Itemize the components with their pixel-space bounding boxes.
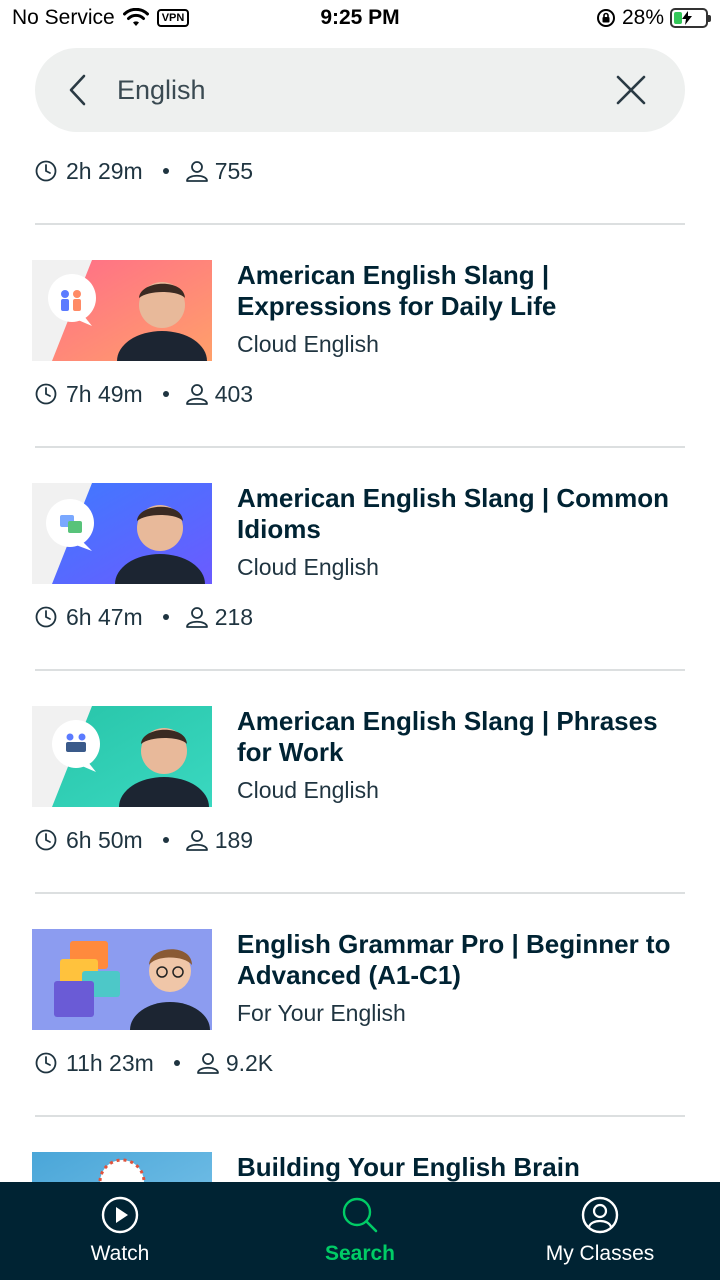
search-bar (35, 48, 685, 132)
course-card[interactable]: English Grammar Pro | Beginner to Advanc… (0, 929, 720, 1089)
status-bar: No Service VPN 9:25 PM 28% (0, 0, 720, 38)
course-title[interactable]: American English Slang | Phrases for Wor… (237, 706, 687, 768)
course-author[interactable]: Cloud English (237, 554, 379, 581)
clear-search-button[interactable] (613, 72, 649, 108)
course-title[interactable]: American English Slang | Expressions for… (237, 260, 687, 322)
course-meta: 7h 49m 403 (35, 378, 253, 410)
user-icon (185, 384, 208, 405)
course-thumbnail (32, 706, 212, 807)
thumbnail-image (32, 929, 212, 1030)
close-icon (616, 75, 646, 105)
course-thumbnail (32, 929, 212, 1030)
bottom-nav: Watch Search My Classes (0, 1182, 720, 1280)
divider (35, 669, 685, 671)
play-icon (101, 1196, 139, 1234)
battery-percent: 28% (621, 6, 664, 29)
separator-dot (162, 614, 169, 620)
thumbnail-image (32, 260, 212, 361)
nav-my-classes[interactable]: My Classes (480, 1182, 720, 1280)
course-duration: 2h 29m (66, 157, 143, 184)
separator-dot (162, 837, 169, 843)
clock-icon (35, 383, 57, 405)
separator-dot (162, 391, 169, 397)
battery-icon (670, 8, 711, 28)
course-meta: 6h 47m 218 (35, 601, 253, 633)
nav-my-classes-label: My Classes (545, 1242, 655, 1265)
search-input[interactable] (117, 74, 577, 106)
profile-icon (581, 1196, 619, 1234)
course-students: 218 (214, 603, 254, 630)
course-author[interactable]: Cloud English (237, 331, 379, 358)
course-duration: 7h 49m (66, 380, 143, 407)
course-meta: 2h 29m 755 (35, 155, 253, 187)
battery-level (674, 11, 692, 25)
course-author[interactable]: Cloud English (237, 777, 379, 804)
nav-watch-label: Watch (90, 1242, 150, 1265)
course-duration: 6h 50m (66, 826, 143, 853)
thumbnail-image (32, 706, 212, 807)
course-author[interactable]: For Your English (237, 1000, 406, 1027)
clock-icon (35, 606, 57, 628)
nav-search[interactable]: Search (240, 1182, 480, 1280)
course-thumbnail (32, 1152, 212, 1182)
nav-watch[interactable]: Watch (0, 1182, 240, 1280)
course-students: 403 (214, 380, 254, 407)
course-title[interactable]: English Grammar Pro | Beginner to Advanc… (237, 929, 687, 991)
divider (35, 1115, 685, 1117)
separator-dot (162, 168, 169, 174)
course-card[interactable]: American English Slang | Expressions for… (0, 260, 720, 420)
course-card[interactable]: American English Slang | Phrases for Wor… (0, 706, 720, 866)
course-students: 189 (214, 826, 254, 853)
chevron-left-icon (69, 74, 86, 106)
clock-icon (35, 829, 57, 851)
course-students: 755 (214, 157, 254, 184)
course-title[interactable]: American English Slang | Common Idioms (237, 483, 687, 545)
back-button[interactable] (57, 70, 97, 110)
user-icon (196, 1053, 219, 1074)
course-thumbnail (32, 483, 212, 584)
status-right: 28% (596, 6, 711, 30)
user-icon (185, 607, 208, 628)
course-duration: 11h 23m (66, 1049, 154, 1076)
separator-dot (173, 1060, 180, 1066)
course-title[interactable]: Building Your English Brain (237, 1152, 687, 1182)
user-icon (185, 830, 208, 851)
course-meta: 11h 23m 9.2K (35, 1047, 273, 1079)
orientation-lock-icon (596, 9, 615, 27)
user-icon (185, 161, 208, 182)
divider (35, 223, 685, 225)
course-meta: 6h 50m 189 (35, 824, 253, 856)
course-card[interactable]: American English Slang | Common Idioms C… (0, 483, 720, 643)
clock-icon (35, 160, 57, 182)
search-icon (342, 1197, 378, 1233)
thumbnail-image (32, 483, 212, 584)
thumbnail-image (32, 1152, 212, 1182)
divider (35, 892, 685, 894)
divider (35, 446, 685, 448)
course-duration: 6h 47m (66, 603, 143, 630)
nav-search-label: Search (324, 1242, 396, 1265)
course-card[interactable]: Building Your English Brain (0, 1152, 720, 1182)
course-students: 9.2K (225, 1049, 274, 1076)
results-list[interactable]: 2h 29m 755 American English Slang | Expr… (0, 140, 720, 1182)
course-thumbnail (32, 260, 212, 361)
clock-icon (35, 1052, 57, 1074)
